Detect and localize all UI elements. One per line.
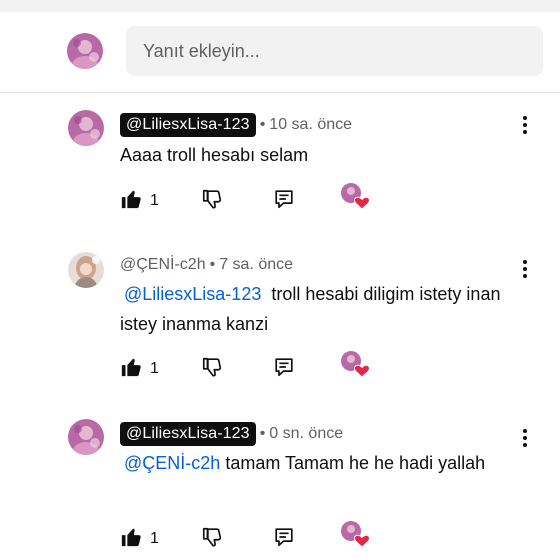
commenter-avatar[interactable] <box>68 110 104 146</box>
creator-heart[interactable] <box>340 520 370 548</box>
commenter-avatar[interactable] <box>68 419 104 455</box>
comment-body: Aaaa troll hesabı selam <box>120 145 309 165</box>
reply-button[interactable] <box>273 189 295 213</box>
mention-link[interactable]: @ÇENİ-c2h <box>124 453 220 473</box>
thumbs-up-filled-icon <box>120 356 142 383</box>
creator-heart[interactable] <box>340 182 370 210</box>
comment-text: Aaaa troll hesabı selam <box>120 140 520 170</box>
mention-link[interactable]: @LiliesxLisa-123 <box>124 284 261 304</box>
creator-heart-icon <box>340 520 370 553</box>
thumbs-down-icon <box>201 356 223 383</box>
comment-time[interactable]: 0 sn. önce <box>269 425 343 443</box>
thumbs-up-filled-icon <box>120 526 142 553</box>
thumbs-down-icon <box>201 188 223 215</box>
dislike-button[interactable] <box>201 189 223 213</box>
author-badge[interactable]: @LiliesxLisa-123 <box>120 422 256 446</box>
creator-heart-icon <box>340 350 370 383</box>
meta-separator: • <box>209 256 216 273</box>
more-vertical-icon[interactable] <box>514 114 536 136</box>
reply-input[interactable] <box>126 26 543 76</box>
like-count: 1 <box>150 360 159 377</box>
author-name[interactable]: @ÇENİ-c2h <box>120 256 206 274</box>
dislike-button[interactable] <box>201 527 223 551</box>
meta-separator: • <box>259 425 266 442</box>
divider <box>0 92 560 93</box>
comment-meta: @ÇENİ-c2h • 7 sa. önce <box>120 252 293 278</box>
comment-time[interactable]: 10 sa. önce <box>269 116 352 134</box>
user-avatar[interactable] <box>67 33 103 69</box>
like-count: 1 <box>150 192 159 209</box>
reply-comment-icon <box>273 526 295 553</box>
comment-meta: @LiliesxLisa-123 • 0 sn. önce <box>120 421 343 447</box>
reply-composer <box>0 12 560 92</box>
reply-button[interactable] <box>273 527 295 551</box>
comment-body: tamam Tamam he he hadi yallah <box>225 453 486 473</box>
meta-separator: • <box>259 116 266 133</box>
comment-meta: @LiliesxLisa-123 • 10 sa. önce <box>120 112 352 138</box>
top-strip <box>0 0 560 12</box>
comment-text: @ÇENİ-c2h tamam Tamam he he hadi yallah <box>120 448 520 478</box>
commenter-avatar[interactable] <box>68 252 104 288</box>
author-badge[interactable]: @LiliesxLisa-123 <box>120 113 256 137</box>
more-vertical-icon[interactable] <box>514 258 536 280</box>
more-vertical-icon[interactable] <box>514 427 536 449</box>
reply-comment-icon <box>273 188 295 215</box>
comment-text: @LiliesxLisa-123 troll hesabi diligim is… <box>120 279 520 339</box>
creator-heart[interactable] <box>340 350 370 378</box>
reply-comment-icon <box>273 356 295 383</box>
comment-time[interactable]: 7 sa. önce <box>219 256 293 274</box>
creator-heart-icon <box>340 182 370 215</box>
thumbs-down-icon <box>201 526 223 553</box>
like-button[interactable]: 1 <box>120 527 159 551</box>
dislike-button[interactable] <box>201 357 223 381</box>
like-count: 1 <box>150 530 159 547</box>
like-button[interactable]: 1 <box>120 189 159 213</box>
thumbs-up-filled-icon <box>120 188 142 215</box>
like-button[interactable]: 1 <box>120 357 159 381</box>
reply-button[interactable] <box>273 357 295 381</box>
